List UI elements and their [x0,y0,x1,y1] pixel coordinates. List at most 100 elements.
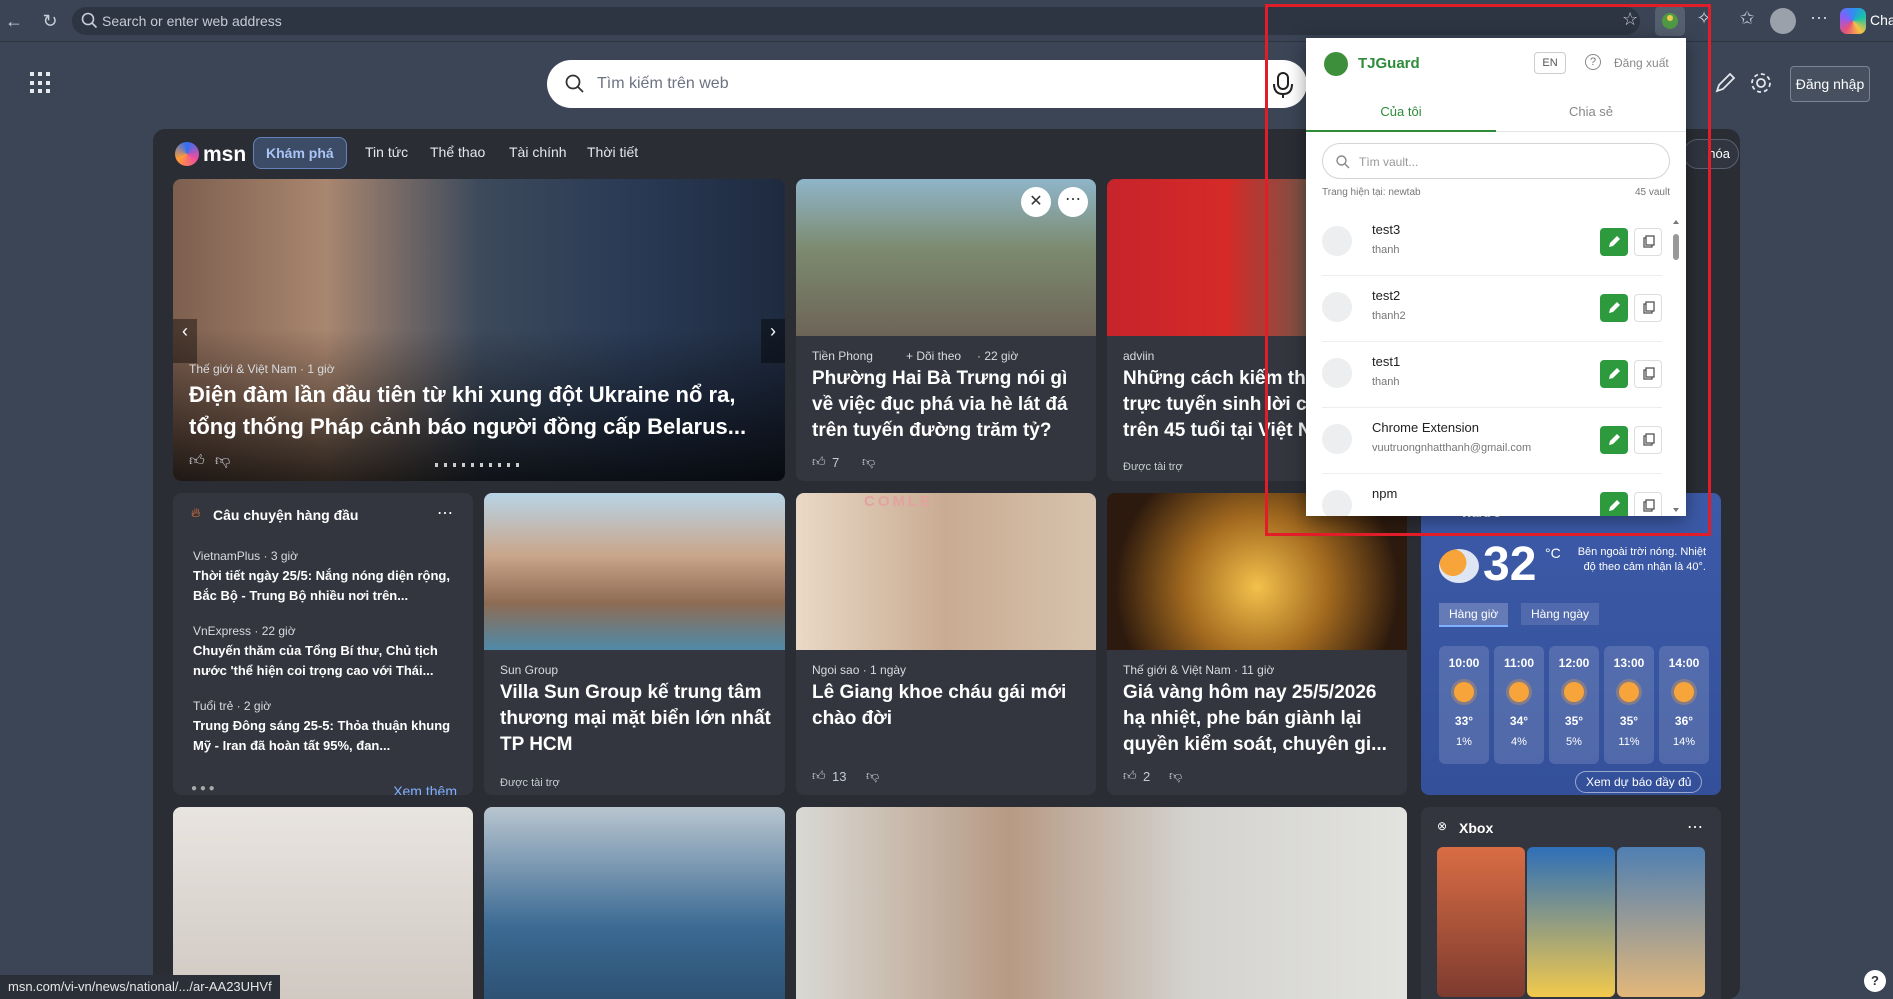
news-image [796,493,1096,650]
more-options-icon[interactable]: ⋯ [1687,817,1703,837]
pager-dots[interactable]: ● ● ● [191,783,215,794]
top-stories-card: 🔥︎ Câu chuyện hàng đầu ⋯ VietnamPlus · 3… [173,493,473,795]
news-source: Tiền Phong [812,349,873,363]
profile-avatar[interactable] [1770,8,1796,34]
news-title[interactable]: Lê Giang khoe cháu gái mới chào đời [812,680,1084,732]
tab-news[interactable]: Tin tức [365,144,408,160]
dislike-icon[interactable]: 👎︎ [866,768,879,784]
sponsored-label: Được tài trợ [500,777,560,789]
weather-note[interactable]: Bên ngoài trời nóng. Nhiệt độ theo cảm n… [1571,545,1706,575]
hour-forecast: 11:00 34° 4% [1494,646,1544,764]
dislike-icon[interactable]: 👎︎ [862,454,875,470]
like-icon[interactable]: 👍︎ [189,452,205,470]
xbox-card[interactable]: ⊗ Xbox ⋯ [1421,807,1721,999]
sponsored-card-sun[interactable]: Sun Group Villa Sun Group kế trung tâm t… [484,493,785,795]
xbox-icon: ⊗ [1437,819,1448,833]
tab-weather[interactable]: Thời tiết [587,144,638,160]
top-stories-heading: Câu chuyện hàng đầu [213,507,359,523]
news-card-bottom-3[interactable] [796,807,1407,999]
game-tile[interactable] [1527,847,1615,997]
tab-finance[interactable]: Tài chính [509,144,567,160]
more-options-icon[interactable]: ⋯ [1058,187,1088,217]
sponsored-label: Được tài trợ [1123,461,1183,473]
tab-explore[interactable]: Khám phá [253,137,347,169]
carousel-dots[interactable] [435,463,525,467]
tab-sports[interactable]: Thể thao [430,144,485,160]
web-search-placeholder: Tìm kiếm trên web [597,75,729,92]
story-text[interactable]: Chuyến thăm của Tổng Bí thư, Chủ tịch nư… [193,641,461,681]
pen-icon[interactable] [1712,70,1738,96]
tab-daily[interactable]: Hàng ngày [1521,603,1600,625]
image-sign-text: COMLE [864,493,934,510]
copilot-icon[interactable] [1840,8,1866,34]
news-image [796,807,1407,999]
address-placeholder: Search or enter web address [102,13,282,29]
news-image [484,807,785,999]
msn-logo[interactable]: msn [175,142,246,167]
more-options-icon[interactable]: ⋯ [437,503,453,523]
hour-forecast: 14:00 36° 14% [1659,646,1709,764]
close-icon[interactable]: ✕ [1021,187,1051,217]
sponsor-source: adviin [1123,349,1155,363]
weather-temp: 32 [1483,538,1537,591]
hour-forecast: 10:00 33° 1% [1439,646,1489,764]
news-card-bottom-1[interactable] [173,807,473,999]
story-source: Tuổi trẻ · 2 giờ [193,699,272,713]
like-icon[interactable]: 👍︎ [812,768,826,784]
copilot-label: Cha [1870,12,1893,28]
game-tile[interactable] [1437,847,1525,997]
like-icon[interactable]: 👍︎ [812,454,826,470]
search-icon [81,12,98,29]
like-count: 13 [832,769,847,784]
news-title[interactable]: Phường Hai Bà Trưng nói gì về việc đục p… [812,366,1084,444]
news-time: · 22 giờ [977,349,1019,363]
help-icon[interactable]: ? [1864,970,1886,992]
hero-title[interactable]: Điện đàm lần đầu tiên từ khi xung đột Uk… [189,379,774,443]
news-card-bottom-2[interactable] [484,807,785,999]
sponsored-title[interactable]: Villa Sun Group kế trung tâm thương mại … [500,680,772,758]
story-text[interactable]: Thời tiết ngày 25/5: Nắng nóng diện rộng… [193,566,461,606]
more-menu-icon[interactable]: ⋯ [1806,8,1832,29]
search-icon [565,74,584,93]
hero-next-icon[interactable]: › [761,319,785,363]
news-image [796,179,1096,336]
news-card-hbt[interactable]: ✕ ⋯ Tiền Phong + Dõi theo · 22 giờ Phườn… [796,179,1096,481]
refresh-icon[interactable]: ↻ [38,9,62,33]
follow-button[interactable]: + Dõi theo [906,349,961,363]
signin-button[interactable]: Đăng nhập [1790,66,1870,102]
sponsor-source: Sun Group [500,663,559,677]
tab-hourly[interactable]: Hàng giờ [1439,603,1509,627]
news-card-legiang[interactable]: COMLE Ngoi sao · 1 ngày Lê Giang khoe ch… [796,493,1096,795]
web-search-box[interactable]: Tìm kiếm trên web [547,60,1307,108]
favorites-icon[interactable]: ✩ [1734,8,1760,29]
like-count: 2 [1143,769,1151,784]
news-card-gold[interactable]: Thế giới & Việt Nam · 11 giờ Giá vàng hô… [1107,493,1407,795]
sun-image [484,493,785,650]
like-icon[interactable]: 👍︎ [1123,768,1137,784]
like-count: 7 [832,455,840,470]
hour-forecast: 12:00 35° 5% [1549,646,1599,764]
status-bar-url: msn.com/vi-vn/news/national/.../ar-AA23U… [0,975,280,999]
story-source: VnExpress · 22 giờ [193,624,296,638]
story-source: VietnamPlus · 3 giờ [193,549,299,563]
story-text[interactable]: Trung Đông sáng 25-5: Thỏa thuận khung M… [193,716,461,756]
highlight-box [1265,4,1711,536]
weather-unit: °C [1545,545,1561,561]
news-title[interactable]: Giá vàng hôm nay 25/5/2026 hạ nhiệt, phe… [1123,680,1395,758]
dislike-icon[interactable]: 👎︎ [1169,768,1182,784]
hero-prev-icon[interactable]: ‹ [173,319,197,363]
fire-icon: 🔥︎ [191,505,201,520]
game-tile[interactable] [1617,847,1705,997]
news-source: Ngoi sao · 1 ngày [812,663,907,677]
app-launcher-icon[interactable] [30,72,52,94]
see-more-link[interactable]: Xem thêm [393,783,457,795]
full-forecast-button[interactable]: Xem dự báo đầy đủ [1575,771,1703,793]
settings-gear-icon[interactable] [1748,70,1774,96]
weather-widget[interactable]: Ward 5 32 °C Bên ngoài trời nóng. Nhiệt … [1421,493,1721,795]
xbox-title: Xbox [1459,820,1494,836]
hero-card[interactable]: ‹ › Thế giới & Việt Nam · 1 giờ Điện đàm… [173,179,785,481]
news-source: Thế giới & Việt Nam · 11 giờ [1123,663,1275,677]
dislike-icon[interactable]: 👎︎ [215,452,230,470]
hour-forecast: 13:00 35° 11% [1604,646,1654,764]
back-icon[interactable]: ← [2,9,26,33]
